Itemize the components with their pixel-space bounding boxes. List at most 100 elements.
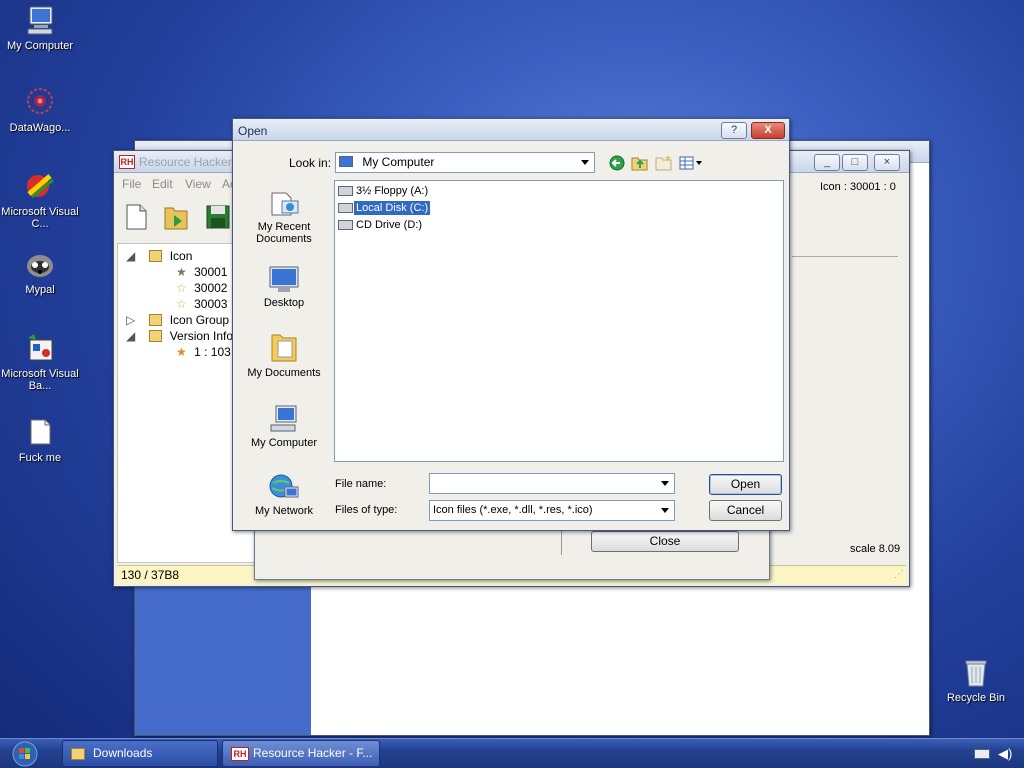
help-button[interactable]: ? xyxy=(721,122,747,139)
file-name-label: File name: xyxy=(335,478,387,490)
speaker-icon[interactable]: ◀) xyxy=(998,746,1012,762)
tree-label: Icon xyxy=(169,249,193,263)
chevron-down-icon[interactable] xyxy=(661,508,669,513)
menu-edit[interactable]: Edit xyxy=(152,177,173,191)
desktop-icon-visual-c[interactable]: Microsoft Visual C... xyxy=(0,170,80,230)
save-icon[interactable] xyxy=(204,203,232,231)
desktop-icon-label: Microsoft Visual C... xyxy=(1,206,79,230)
desktop-icon-document[interactable]: Fuck me xyxy=(0,416,80,464)
chevron-down-icon[interactable] xyxy=(581,160,589,165)
tree-node-icon[interactable]: ◢ Icon xyxy=(126,248,192,264)
look-in-label: Look in: xyxy=(289,156,332,170)
start-button[interactable] xyxy=(6,740,44,768)
desktop-icon-visual-basic[interactable]: Microsoft Visual Ba... xyxy=(0,332,80,392)
view-menu-icon[interactable] xyxy=(679,156,703,170)
tree-label: 30002 xyxy=(194,281,228,295)
new-folder-icon[interactable] xyxy=(655,154,673,171)
places-bar: My Recent Documents Desktop My Documents xyxy=(236,179,330,525)
scale-label: scale 8.09 xyxy=(850,543,901,555)
cd-drive-icon xyxy=(338,220,353,230)
drive-local-disk[interactable]: Local Disk (C:) xyxy=(337,200,433,216)
recent-documents-icon xyxy=(271,192,299,216)
visual-basic-icon xyxy=(28,334,53,361)
desktop-icon-mypal[interactable]: Mypal xyxy=(0,248,80,296)
taskbar-item-downloads[interactable]: Downloads xyxy=(62,740,218,767)
look-in-dropdown[interactable]: My Computer xyxy=(335,152,595,173)
places-my-documents[interactable]: My Documents xyxy=(236,329,332,379)
background-window-sidebar xyxy=(135,581,311,735)
minimize-button[interactable]: _ xyxy=(814,154,840,171)
places-my-computer[interactable]: My Computer xyxy=(236,403,332,449)
icon-info-label: Icon : 30001 : 0 xyxy=(820,181,896,193)
preview-divider xyxy=(792,256,898,257)
tree-node-30001[interactable]: ★ 30001 xyxy=(176,264,227,280)
taskbar-item-resource-hacker[interactable]: RH Resource Hacker - F... xyxy=(222,740,380,767)
file-list[interactable]: 3½ Floppy (A:) Local Disk (C:) CD Drive … xyxy=(334,180,784,462)
open-dialog-titlebar[interactable]: Open ? X xyxy=(233,119,789,141)
files-of-type-value: Icon files (*.exe, *.dll, *.res, *.ico) xyxy=(433,504,593,516)
hard-disk-icon xyxy=(338,203,353,213)
folder-icon xyxy=(71,748,85,760)
chevron-down-icon[interactable] xyxy=(661,481,669,486)
tree-node-icon-group[interactable]: ▷ Icon Group xyxy=(126,312,229,328)
places-label: My Documents xyxy=(247,367,321,379)
visual-c-icon xyxy=(27,174,54,199)
files-of-type-label: Files of type: xyxy=(335,504,398,516)
desktop-icon-my-computer[interactable]: My Computer xyxy=(0,4,80,52)
file-name-field[interactable] xyxy=(429,473,675,494)
maximize-button[interactable]: □ xyxy=(842,154,868,171)
folder-icon xyxy=(149,314,163,326)
desktop-icon-datawago[interactable]: DataWago... xyxy=(0,86,80,134)
menu-view[interactable]: View xyxy=(185,177,211,191)
cancel-button[interactable]: Cancel xyxy=(709,500,782,521)
expand-icon[interactable]: ▷ xyxy=(126,312,135,328)
computer-icon xyxy=(339,156,353,167)
collapse-icon[interactable]: ◢ xyxy=(126,328,135,344)
places-my-recent-documents[interactable]: My Recent Documents xyxy=(236,187,332,245)
tree-node-version-info[interactable]: ◢ Version Info xyxy=(126,328,233,344)
tree-node-30002[interactable]: ☆ 30002 xyxy=(176,280,227,296)
open-dialog-title: Open xyxy=(238,124,268,138)
network-icon xyxy=(269,474,299,498)
tree-label: 1 : 103 xyxy=(194,345,231,359)
document-icon xyxy=(30,419,51,445)
open-dialog: Open ? X Look in: My Computer My Recent … xyxy=(232,118,790,531)
resource-hacker-icon: RH xyxy=(231,747,249,761)
computer-icon xyxy=(27,6,53,35)
windows-logo-icon xyxy=(12,741,38,767)
open-button[interactable]: Open xyxy=(709,474,782,495)
drive-floppy[interactable]: 3½ Floppy (A:) xyxy=(337,183,431,199)
folder-icon xyxy=(149,250,163,262)
places-label: Desktop xyxy=(263,297,305,309)
places-label: My Network xyxy=(254,505,314,517)
places-desktop[interactable]: Desktop xyxy=(236,263,332,309)
resize-grip-icon[interactable]: ⋰ xyxy=(894,569,904,580)
computer-icon xyxy=(270,405,297,432)
tree-label: 30003 xyxy=(194,297,228,311)
files-of-type-dropdown[interactable]: Icon files (*.exe, *.dll, *.res, *.ico) xyxy=(429,500,675,521)
close-button[interactable]: X xyxy=(751,122,785,139)
recycle-bin-icon xyxy=(965,660,987,687)
collapse-icon[interactable]: ◢ xyxy=(126,248,135,264)
up-folder-icon[interactable] xyxy=(631,154,649,171)
tree-node-1-103[interactable]: ★ 1 : 103 xyxy=(176,344,231,360)
back-icon[interactable] xyxy=(609,155,625,171)
drive-cd[interactable]: CD Drive (D:) xyxy=(337,217,425,233)
places-my-network[interactable]: My Network xyxy=(236,471,332,517)
my-documents-icon xyxy=(271,334,297,362)
taskbar-item-label: Resource Hacker - F... xyxy=(253,746,373,760)
open-folder-icon[interactable] xyxy=(162,203,190,231)
keyboard-icon[interactable] xyxy=(974,749,990,759)
desktop-icon-label: Microsoft Visual Ba... xyxy=(1,368,79,392)
tree-label: Icon Group xyxy=(169,313,230,327)
desktop-icon-label: DataWago... xyxy=(9,122,71,134)
tree-node-30003[interactable]: ☆ 30003 xyxy=(176,296,227,312)
close-button[interactable]: × xyxy=(874,154,900,171)
menu-file[interactable]: File xyxy=(122,177,141,191)
new-file-icon[interactable] xyxy=(124,203,150,231)
desktop-icon-label: Fuck me xyxy=(18,452,62,464)
folder-icon xyxy=(149,330,163,342)
icon-dialog-close-button[interactable]: Close xyxy=(591,531,739,552)
desktop-icon-label: Mypal xyxy=(25,284,55,296)
desktop-icon-recycle-bin[interactable]: Recycle Bin xyxy=(936,656,1016,704)
